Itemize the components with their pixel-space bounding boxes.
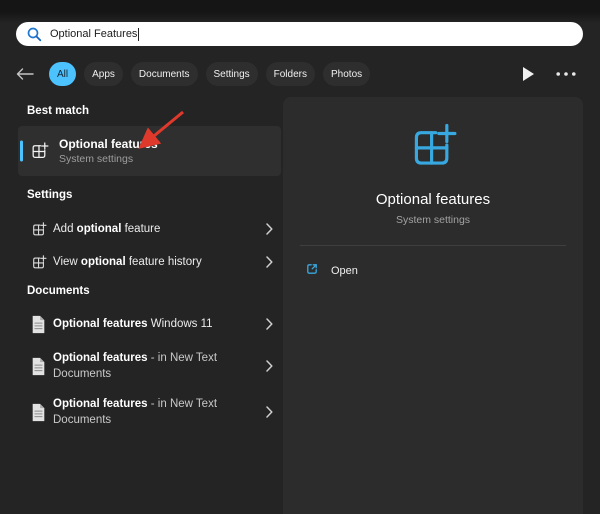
selection-accent-bar	[20, 141, 23, 162]
best-match-subtitle: System settings	[59, 153, 158, 166]
filter-row: All Apps Documents Settings Folders Phot…	[16, 61, 584, 87]
text-cursor	[138, 28, 139, 41]
document-icon	[31, 403, 46, 422]
filter-tab-settings[interactable]: Settings	[206, 62, 258, 86]
filter-tab-photos[interactable]: Photos	[323, 62, 370, 86]
chevron-right-icon	[266, 360, 273, 372]
document-icon	[31, 357, 46, 376]
optional-features-icon	[31, 255, 47, 270]
divider	[300, 245, 566, 246]
result-add-optional-feature[interactable]: Add optional feature	[16, 213, 281, 245]
search-bar[interactable]: Optional Features	[16, 22, 583, 46]
result-label: Optional features - in New Text Document…	[53, 350, 251, 382]
document-icon	[31, 315, 46, 334]
best-match-header: Best match	[27, 105, 89, 117]
play-icon[interactable]	[523, 67, 534, 81]
result-document-2[interactable]: Optional features - in New Text Document…	[16, 344, 281, 388]
settings-header: Settings	[27, 189, 72, 201]
best-match-item[interactable]: Optional features System settings	[18, 126, 281, 176]
open-external-icon	[305, 262, 319, 281]
documents-header: Documents	[27, 285, 90, 297]
preview-title: Optional features	[376, 191, 490, 208]
optional-features-icon	[31, 222, 47, 237]
result-label: Optional features Windows 11	[53, 316, 251, 332]
chevron-right-icon	[266, 223, 273, 235]
filter-tab-documents[interactable]: Documents	[131, 62, 198, 86]
optional-features-large-icon	[408, 123, 458, 175]
filter-tab-all[interactable]: All	[49, 62, 76, 86]
chevron-right-icon	[266, 318, 273, 330]
open-label: Open	[331, 265, 358, 277]
result-label: View optional feature history	[53, 254, 251, 270]
result-view-optional-feature-history[interactable]: View optional feature history	[16, 247, 281, 277]
open-action[interactable]: Open	[283, 256, 583, 286]
result-document-1[interactable]: Optional features Windows 11	[16, 307, 281, 341]
filter-tab-folders[interactable]: Folders	[266, 62, 315, 86]
result-label: Add optional feature	[53, 221, 251, 237]
chevron-right-icon	[266, 256, 273, 268]
preview-subtitle: System settings	[396, 214, 470, 226]
result-document-3[interactable]: Optional features - in New Text Document…	[16, 390, 281, 434]
result-label: Optional features - in New Text Document…	[53, 396, 251, 428]
more-options-icon[interactable]	[556, 72, 576, 76]
search-input[interactable]: Optional Features	[50, 28, 137, 40]
preview-panel: Optional features System settings Open	[283, 97, 583, 514]
chevron-right-icon	[266, 406, 273, 418]
back-button[interactable]	[16, 68, 34, 80]
filter-tab-apps[interactable]: Apps	[84, 62, 123, 86]
best-match-title: Optional features	[59, 137, 158, 151]
optional-features-icon	[30, 142, 49, 160]
windows-search-flyout: Optional Features All Apps Documents Set…	[0, 0, 600, 514]
search-icon	[27, 27, 42, 42]
